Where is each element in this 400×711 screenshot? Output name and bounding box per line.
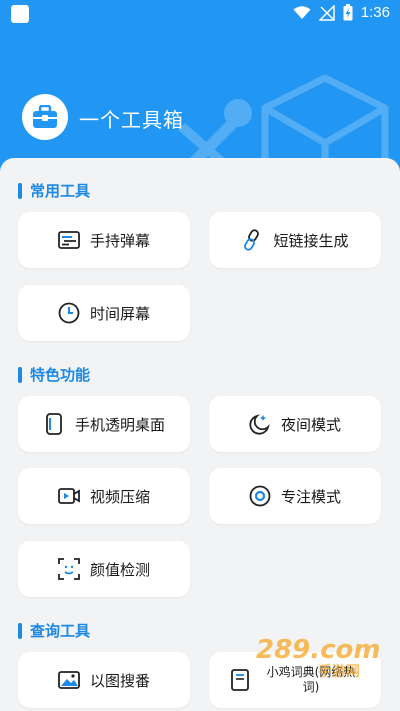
tool-handheld-danmaku[interactable]: 手持弹幕: [18, 212, 190, 268]
app-header: 一个工具箱: [0, 28, 400, 158]
toolbox-icon: [33, 105, 57, 128]
tool-label: 手机透明桌面: [74, 415, 165, 434]
section-title: 查询工具: [30, 622, 91, 640]
danmaku-icon: [58, 229, 80, 251]
toolbox-decoration-icon: [178, 74, 389, 158]
tool-label: 短链接生成: [273, 231, 349, 250]
link-icon: [241, 229, 263, 251]
tool-image-search-anime[interactable]: 以图搜番: [18, 652, 190, 708]
section-title: 常用工具: [30, 182, 91, 200]
section-featured: 特色功能: [18, 364, 90, 385]
section-marker: [18, 366, 22, 383]
wifi-icon: [293, 5, 311, 19]
tool-label: 专注模式: [280, 487, 341, 506]
tool-night-mode[interactable]: 夜间模式: [209, 396, 381, 452]
tool-time-screen[interactable]: 时间屏幕: [18, 285, 190, 341]
status-bar: 1:36: [0, 0, 400, 28]
video-icon: [58, 485, 80, 507]
section-marker: [18, 182, 22, 199]
section-marker: [18, 622, 22, 639]
no-signal-icon: [318, 4, 335, 21]
tool-transparent-desktop[interactable]: 手机透明桌面: [18, 396, 190, 452]
focus-icon: [249, 485, 271, 507]
tool-video-compress[interactable]: 视频压缩: [18, 468, 190, 524]
tool-label: 视频压缩: [89, 487, 150, 506]
battery-charging-icon: [343, 4, 353, 21]
clock: 1:36: [360, 4, 390, 21]
tool-focus-mode[interactable]: 专注模式: [209, 468, 381, 524]
section-query-tools: 查询工具: [18, 620, 90, 641]
face-scan-icon: [58, 558, 80, 580]
app-title: 一个工具箱: [79, 108, 184, 132]
tool-internet-slang[interactable]: 小鸡词典(网络热词): [209, 652, 381, 708]
tool-label: 颜值检测: [89, 560, 150, 579]
moon-icon: [249, 413, 271, 435]
tool-face-score[interactable]: 颜值检测: [18, 541, 190, 597]
tool-label: 夜间模式: [280, 415, 341, 434]
app-logo: [22, 94, 68, 140]
tool-label: 手持弹幕: [89, 231, 150, 250]
section-common-tools: 常用工具: [18, 180, 90, 201]
book-icon: [229, 669, 251, 691]
tool-label: 时间屏幕: [89, 304, 150, 323]
tool-short-link[interactable]: 短链接生成: [209, 212, 381, 268]
tool-label: 以图搜番: [89, 671, 150, 690]
tool-label: 小鸡词典(网络热词): [266, 665, 356, 694]
section-title: 特色功能: [30, 366, 91, 384]
notification-icon: [11, 5, 29, 23]
image-icon: [58, 669, 80, 691]
phone-icon: [43, 413, 65, 435]
clock-icon: [58, 302, 80, 324]
tools-panel: 常用工具 手持弹幕 短链接生成 时间屏幕 特色功能 手机透明桌面 夜间模式 视频…: [0, 158, 400, 711]
